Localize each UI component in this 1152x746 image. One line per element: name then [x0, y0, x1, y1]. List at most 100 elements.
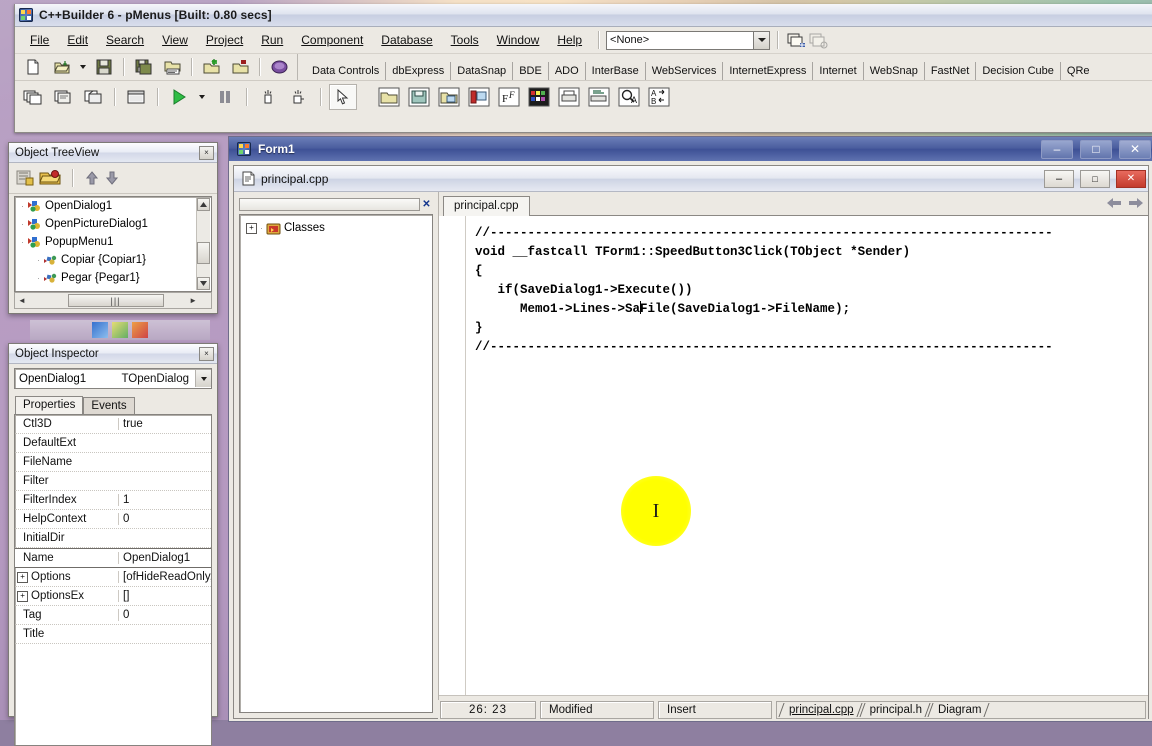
property-value[interactable]: true — [118, 418, 211, 430]
toggle-form-unit-icon[interactable] — [19, 84, 47, 110]
property-value[interactable]: 0 — [118, 513, 211, 525]
save-desktop-icon[interactable] — [807, 30, 829, 50]
menu-item-help[interactable]: Help — [548, 30, 591, 50]
palette-tab-decision-cube[interactable]: Decision Cube — [976, 62, 1061, 80]
run-dropdown-icon[interactable] — [195, 84, 209, 110]
run-icon[interactable] — [165, 84, 193, 110]
menu-item-file[interactable]: File — [21, 30, 58, 50]
replace-dialog-component-icon[interactable]: AB — [645, 84, 673, 110]
tree-node-popupmenu1[interactable]: · PopupMenu1 — [15, 233, 211, 251]
class-tree-node-classes[interactable]: + · Classes — [240, 219, 432, 237]
delete-item-tree-icon[interactable] — [39, 169, 61, 187]
scroll-up-icon[interactable] — [197, 198, 210, 211]
find-dialog-component-icon[interactable]: A — [615, 84, 643, 110]
palette-tab-fastnet[interactable]: FastNet — [925, 62, 977, 80]
trace-into-icon[interactable] — [254, 84, 282, 110]
property-row-filename[interactable]: FileName — [15, 453, 211, 472]
palette-tab-ado[interactable]: ADO — [549, 62, 586, 80]
maximize-button[interactable]: □ — [1080, 169, 1110, 188]
property-value[interactable]: [] — [118, 590, 211, 602]
status-tab-principal-cpp[interactable]: principal.cpp — [779, 702, 860, 718]
step-over-icon[interactable] — [284, 84, 312, 110]
status-tab-principal-h[interactable]: principal.h — [860, 702, 928, 718]
palette-tab-websnap[interactable]: WebSnap — [864, 62, 925, 80]
save-dialog-component-icon[interactable] — [405, 84, 433, 110]
font-dialog-component-icon[interactable]: FF — [495, 84, 523, 110]
save-icon[interactable] — [90, 54, 118, 80]
property-grid[interactable]: Ctl3D true DefaultExt FileName Filter Fi… — [14, 414, 212, 746]
move-down-icon[interactable] — [104, 170, 120, 186]
object-treeview-tree[interactable]: · OpenDialog1 · OpenPictureDialog1 · Pop… — [14, 196, 212, 292]
tree-node-pegar[interactable]: · Pegar {Pegar1} — [15, 269, 211, 287]
tree-node-copiar[interactable]: · Copiar {Copiar1} — [15, 251, 211, 269]
tab-events[interactable]: Events — [83, 397, 135, 414]
property-value[interactable]: OpenDialog1 — [118, 552, 211, 564]
chevron-down-icon[interactable] — [195, 370, 211, 387]
expand-icon[interactable]: + — [17, 571, 28, 583]
open-picture-dialog-component-icon[interactable] — [435, 84, 463, 110]
class-explorer-tree[interactable]: + · Classes — [239, 214, 433, 713]
remove-from-project-icon[interactable] — [226, 54, 254, 80]
open-dropdown-icon[interactable] — [77, 54, 89, 80]
printer-setup-dialog-component-icon[interactable] — [585, 84, 613, 110]
new-desktop-icon[interactable] — [785, 30, 807, 50]
menu-item-component[interactable]: Component — [292, 30, 372, 50]
menu-item-view[interactable]: View — [153, 30, 197, 50]
scrollbar-thumb[interactable] — [197, 242, 210, 264]
scroll-left-icon[interactable]: ◄ — [15, 296, 26, 305]
open-dialog-component-icon[interactable] — [375, 84, 403, 110]
menu-item-search[interactable]: Search — [97, 30, 153, 50]
maximize-button[interactable]: □ — [1080, 139, 1112, 159]
menu-item-project[interactable]: Project — [197, 30, 252, 50]
save-picture-dialog-component-icon[interactable] — [465, 84, 493, 110]
property-row-title[interactable]: Title — [15, 625, 211, 644]
status-tab-diagram[interactable]: Diagram — [928, 702, 987, 718]
palette-tab-bde[interactable]: BDE — [513, 62, 549, 80]
tree-node-opendialog1[interactable]: · OpenDialog1 — [15, 197, 211, 215]
code-text-area[interactable]: //--------------------------------------… — [466, 216, 1148, 696]
palette-tab-internetexpress[interactable]: InternetExpress — [723, 62, 814, 80]
minimize-button[interactable]: – — [1041, 139, 1073, 159]
view-unit-icon[interactable] — [49, 84, 77, 110]
palette-tab-interbase[interactable]: InterBase — [586, 62, 646, 80]
project-combo-value[interactable]: <None> — [606, 30, 754, 50]
close-button[interactable]: ✕ — [1119, 139, 1151, 159]
property-row-ctl3d[interactable]: Ctl3D true — [15, 415, 211, 434]
scroll-right-icon[interactable]: ► — [189, 296, 211, 305]
tree-node-openpicturedialog1[interactable]: · OpenPictureDialog1 — [15, 215, 211, 233]
back-arrow-icon[interactable] — [1104, 194, 1124, 212]
help-icon[interactable] — [265, 54, 293, 80]
code-tab-principal-cpp[interactable]: principal.cpp — [443, 196, 530, 216]
palette-tab-dbexpress[interactable]: dbExpress — [386, 62, 452, 80]
property-value[interactable]: 1 — [118, 494, 211, 506]
minimize-button[interactable]: – — [1044, 169, 1074, 188]
class-explorer-grip[interactable] — [239, 198, 420, 211]
palette-tab-datasnap[interactable]: DataSnap — [451, 62, 514, 80]
close-icon[interactable]: ✕ — [420, 198, 433, 211]
property-row-initialdir[interactable]: InitialDir — [15, 529, 211, 548]
treeview-vertical-scrollbar[interactable] — [196, 198, 210, 290]
property-row-tag[interactable]: Tag 0 — [15, 606, 211, 625]
palette-tab-qreport[interactable]: QRe — [1061, 62, 1096, 80]
new-form-icon[interactable] — [122, 84, 150, 110]
palette-tab-data-controls[interactable]: Data Controls — [306, 62, 387, 80]
menu-item-run[interactable]: Run — [252, 30, 292, 50]
color-dialog-component-icon[interactable] — [525, 84, 553, 110]
view-form-icon[interactable] — [79, 84, 107, 110]
property-row-options[interactable]: + Options [ofHideReadOnly, — [15, 568, 211, 587]
property-row-filter[interactable]: Filter — [15, 472, 211, 491]
menu-item-tools[interactable]: Tools — [442, 30, 488, 50]
menu-item-window[interactable]: Window — [488, 30, 549, 50]
forward-arrow-icon[interactable] — [1126, 194, 1146, 212]
close-icon[interactable]: × — [199, 346, 214, 361]
property-row-helpcontext[interactable]: HelpContext 0 — [15, 510, 211, 529]
open-project-icon[interactable] — [48, 54, 76, 80]
palette-tab-internet[interactable]: Internet — [813, 62, 864, 80]
menu-item-database[interactable]: Database — [372, 30, 441, 50]
menu-item-edit[interactable]: Edit — [58, 30, 97, 50]
add-to-project-icon[interactable] — [197, 54, 225, 80]
expand-icon[interactable]: + — [17, 590, 28, 602]
treeview-horizontal-scrollbar[interactable]: ◄ ||| ► — [14, 292, 212, 309]
object-selector-combo[interactable]: OpenDialog1 TOpenDialog — [14, 368, 212, 389]
pointer-icon[interactable] — [329, 84, 357, 110]
